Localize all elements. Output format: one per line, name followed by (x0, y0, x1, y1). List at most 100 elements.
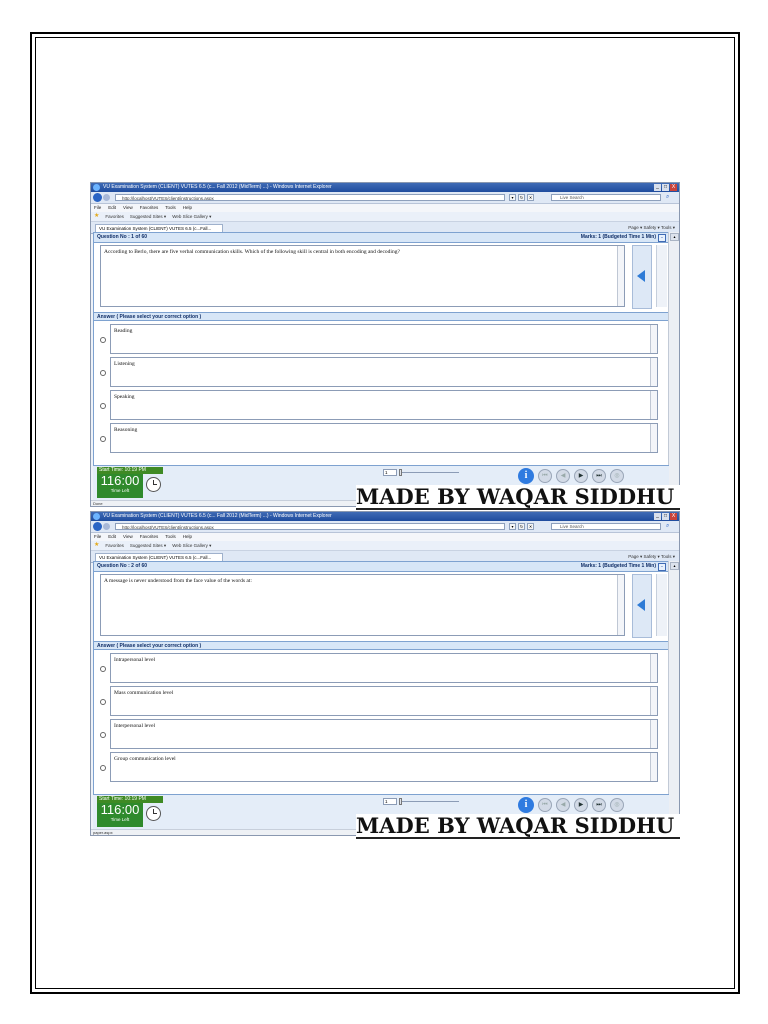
search-input[interactable]: Live Search (551, 523, 661, 530)
favorites-star-icon[interactable]: ★ (94, 212, 99, 221)
option-scrollbar[interactable] (650, 391, 657, 419)
slider-knob[interactable] (399, 798, 402, 805)
side-panel-toggle[interactable] (632, 245, 652, 309)
web-slice-gallery-link[interactable]: Web Slice Gallery ▾ (172, 212, 211, 221)
option-scrollbar[interactable] (650, 358, 657, 386)
option-radio[interactable] (100, 699, 106, 705)
first-question-button[interactable]: ⏮ (538, 469, 552, 483)
option-scrollbar[interactable] (650, 753, 657, 781)
option-scrollbar[interactable] (650, 720, 657, 748)
web-slice-gallery-link[interactable]: Web Slice Gallery ▾ (172, 541, 211, 550)
side-panel-toggle[interactable] (632, 574, 652, 638)
menu-item-file[interactable]: File (94, 204, 101, 212)
close-button[interactable]: X (670, 513, 677, 520)
slider-track[interactable] (399, 801, 459, 802)
option-radio[interactable] (100, 436, 106, 442)
option-radio[interactable] (100, 337, 106, 343)
suggested-sites-link[interactable]: Suggested Sites ▾ (130, 541, 166, 550)
collapse-icon[interactable]: − (658, 563, 666, 571)
option-box: Listening (110, 357, 658, 387)
close-button[interactable]: X (670, 184, 677, 191)
side-scrollbar[interactable] (656, 574, 667, 636)
window-titlebar: VU Examination System (CLIENT) VUTES 6.5… (91, 183, 679, 192)
menu-item-edit[interactable]: Edit (108, 533, 116, 541)
slider-track[interactable] (399, 472, 459, 473)
back-button[interactable] (93, 522, 102, 531)
menu-item-tools[interactable]: Tools (165, 533, 176, 541)
question-scrollbar[interactable] (617, 575, 624, 635)
page-scrollbar[interactable]: ▴ (668, 561, 679, 831)
next-question-button[interactable]: ▶ (574, 798, 588, 812)
finish-button[interactable]: ◎ (610, 469, 624, 483)
refresh-button[interactable]: ↻ (518, 523, 525, 530)
scroll-up-icon[interactable]: ▴ (670, 562, 679, 570)
option-scrollbar[interactable] (650, 687, 657, 715)
menu-item-view[interactable]: View (123, 204, 133, 212)
maximize-button[interactable]: □ (662, 184, 669, 191)
search-icon[interactable]: ⌕ (666, 194, 674, 201)
answer-option: Group communication level (94, 751, 664, 783)
stop-button[interactable]: ✕ (527, 194, 534, 201)
command-bar[interactable]: Page ▾ Safety ▾ Tools ▾ (628, 223, 675, 232)
dropdown-button[interactable]: ▾ (509, 194, 516, 201)
option-scrollbar[interactable] (650, 424, 657, 452)
search-input[interactable]: Live Search (551, 194, 661, 201)
navigation-buttons: i ⏮ ◀ ▶ ⏭ ◎ (518, 468, 624, 484)
forward-button[interactable] (103, 194, 110, 201)
menu-item-help[interactable]: Help (183, 204, 192, 212)
search-icon[interactable]: ⌕ (666, 523, 674, 530)
menu-item-file[interactable]: File (94, 533, 101, 541)
refresh-button[interactable]: ↻ (518, 194, 525, 201)
back-button[interactable] (93, 193, 102, 202)
suggested-sites-link[interactable]: Suggested Sites ▾ (130, 212, 166, 221)
option-radio[interactable] (100, 403, 106, 409)
url-input[interactable]: http://localhost/VUTES/client/instructio… (115, 523, 505, 530)
option-scrollbar[interactable] (650, 654, 657, 682)
last-question-button[interactable]: ⏭ (592, 469, 606, 483)
question-number: Question No : 2 of 60 (97, 563, 148, 569)
menu-item-favorites[interactable]: Favorites (140, 204, 159, 212)
favorites-button[interactable]: Favorites (105, 541, 124, 550)
option-radio[interactable] (100, 732, 106, 738)
stop-button[interactable]: ✕ (527, 523, 534, 530)
menu-item-view[interactable]: View (123, 533, 133, 541)
info-icon[interactable]: i (518, 468, 534, 484)
command-bar[interactable]: Page ▾ Safety ▾ Tools ▾ (628, 552, 675, 561)
option-text: Group communication level (114, 756, 176, 762)
menu-item-help[interactable]: Help (183, 533, 192, 541)
option-radio[interactable] (100, 765, 106, 771)
option-box: Interpersonal level (110, 719, 658, 749)
option-radio[interactable] (100, 666, 106, 672)
menu-item-tools[interactable]: Tools (165, 204, 176, 212)
option-radio[interactable] (100, 370, 106, 376)
collapse-icon[interactable]: − (658, 234, 666, 242)
next-question-button[interactable]: ▶ (574, 469, 588, 483)
maximize-button[interactable]: □ (662, 513, 669, 520)
url-input[interactable]: http://localhost/VUTES/client/instructio… (115, 194, 505, 201)
question-slider[interactable]: 1 (383, 798, 463, 805)
question-scrollbar[interactable] (617, 246, 624, 306)
minimize-button[interactable]: _ (654, 184, 661, 191)
slider-knob[interactable] (399, 469, 402, 476)
side-scrollbar[interactable] (656, 245, 667, 307)
option-scrollbar[interactable] (650, 325, 657, 353)
minimize-button[interactable]: _ (654, 513, 661, 520)
scroll-up-icon[interactable]: ▴ (670, 233, 679, 241)
ie-icon (93, 184, 100, 191)
question-text: A message is never understood from the f… (100, 574, 625, 636)
finish-button[interactable]: ◎ (610, 798, 624, 812)
menu-item-edit[interactable]: Edit (108, 204, 116, 212)
previous-question-button[interactable]: ◀ (556, 469, 570, 483)
dropdown-button[interactable]: ▾ (509, 523, 516, 530)
question-slider[interactable]: 1 (383, 469, 463, 476)
previous-question-button[interactable]: ◀ (556, 798, 570, 812)
favorites-star-icon[interactable]: ★ (94, 541, 99, 550)
page-scrollbar[interactable]: ▴ (668, 232, 679, 502)
forward-button[interactable] (103, 523, 110, 530)
menu-item-favorites[interactable]: Favorites (140, 533, 159, 541)
favorites-button[interactable]: Favorites (105, 212, 124, 221)
first-question-button[interactable]: ⏮ (538, 798, 552, 812)
option-box: Group communication level (110, 752, 658, 782)
info-icon[interactable]: i (518, 797, 534, 813)
last-question-button[interactable]: ⏭ (592, 798, 606, 812)
